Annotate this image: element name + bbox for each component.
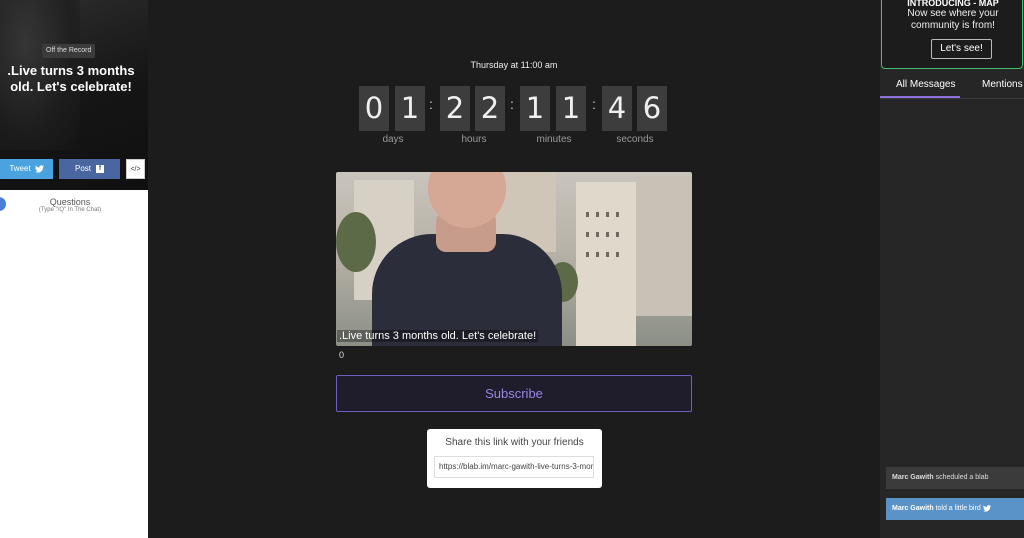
- window: [596, 232, 599, 237]
- subscribe-button[interactable]: Subscribe: [336, 375, 692, 412]
- map-promo-card: INTRODUCING - MAP Now see where your com…: [881, 0, 1023, 69]
- colon-separator: :: [429, 96, 433, 112]
- promo-title: INTRODUCING - MAP: [907, 0, 999, 8]
- message-user[interactable]: Marc Gawith: [892, 474, 934, 481]
- window: [606, 252, 609, 257]
- promo-subtitle: Now see where your community is from!: [907, 8, 999, 31]
- hours-label: hours: [461, 134, 487, 145]
- window: [606, 232, 609, 237]
- left-sidebar: Off the Record .Live turns 3 months old.…: [0, 0, 148, 538]
- tweet-button[interactable]: Tweet: [0, 159, 53, 179]
- tab-all-messages[interactable]: All Messages: [896, 79, 955, 90]
- tab-mentions[interactable]: Mentions: [982, 79, 1023, 90]
- window: [616, 232, 619, 237]
- building: [636, 176, 692, 316]
- window: [606, 212, 609, 217]
- chat-message: Marc Gawith told a little bird: [886, 498, 1024, 520]
- video-preview[interactable]: .Live turns 3 months old. Let's celebrat…: [336, 172, 692, 346]
- seconds-tens-digit: 4: [602, 86, 632, 131]
- colon-separator: :: [592, 96, 596, 112]
- questions-hint: (Type "/Q" In The Chat): [38, 207, 102, 213]
- hours-ones-digit: 2: [475, 86, 505, 131]
- embed-code-button[interactable]: </>: [126, 159, 145, 179]
- share-card: Share this link with your friends https:…: [427, 429, 602, 488]
- seconds-ones-digit: 6: [637, 86, 667, 131]
- minutes-ones-digit: 1: [556, 86, 586, 131]
- days-tens-digit: 0: [359, 86, 389, 131]
- lets-see-button[interactable]: Let's see!: [931, 39, 992, 59]
- days-ones-digit: 1: [395, 86, 425, 131]
- facebook-icon: f: [96, 165, 104, 173]
- show-tag: Off the Record: [42, 44, 96, 58]
- tab-divider: [880, 98, 1024, 99]
- right-sidebar: INTRODUCING - MAP Now see where your com…: [880, 0, 1024, 538]
- window: [596, 212, 599, 217]
- tweet-label: Tweet: [9, 164, 31, 173]
- show-title: .Live turns 3 months old. Let's celebrat…: [7, 63, 135, 94]
- seconds-label: seconds: [616, 134, 654, 145]
- share-label: Share this link with your friends: [445, 437, 584, 448]
- message-user[interactable]: Marc Gawith: [892, 505, 934, 512]
- minutes-label: minutes: [536, 134, 572, 145]
- twitter-bird-icon: [982, 504, 991, 512]
- twitter-bird-icon: [34, 165, 44, 173]
- window: [596, 252, 599, 257]
- window: [586, 252, 589, 257]
- video-caption: .Live turns 3 months old. Let's celebrat…: [337, 330, 539, 342]
- building-clock-tower: [576, 182, 636, 346]
- window: [616, 252, 619, 257]
- scheduled-date: Thursday at 11:00 am: [470, 60, 558, 70]
- colon-separator: :: [510, 96, 514, 112]
- window: [586, 232, 589, 237]
- facebook-post-button[interactable]: Post f: [59, 159, 120, 179]
- window: [616, 212, 619, 217]
- message-text: scheduled a blab: [935, 474, 989, 481]
- window: [586, 212, 589, 217]
- share-link-input[interactable]: https://blab.im/marc-gawith-live-turns-3…: [434, 456, 594, 478]
- chat-message: Marc Gawith scheduled a blab: [886, 467, 1024, 489]
- days-label: days: [382, 134, 404, 145]
- message-text: told a little bird: [935, 505, 981, 512]
- post-label: Post: [74, 164, 91, 173]
- hours-tens-digit: 2: [440, 86, 470, 131]
- view-count: 0: [339, 350, 345, 360]
- questions-title[interactable]: Questions: [0, 197, 140, 207]
- minutes-tens-digit: 1: [520, 86, 550, 131]
- tree: [336, 212, 376, 272]
